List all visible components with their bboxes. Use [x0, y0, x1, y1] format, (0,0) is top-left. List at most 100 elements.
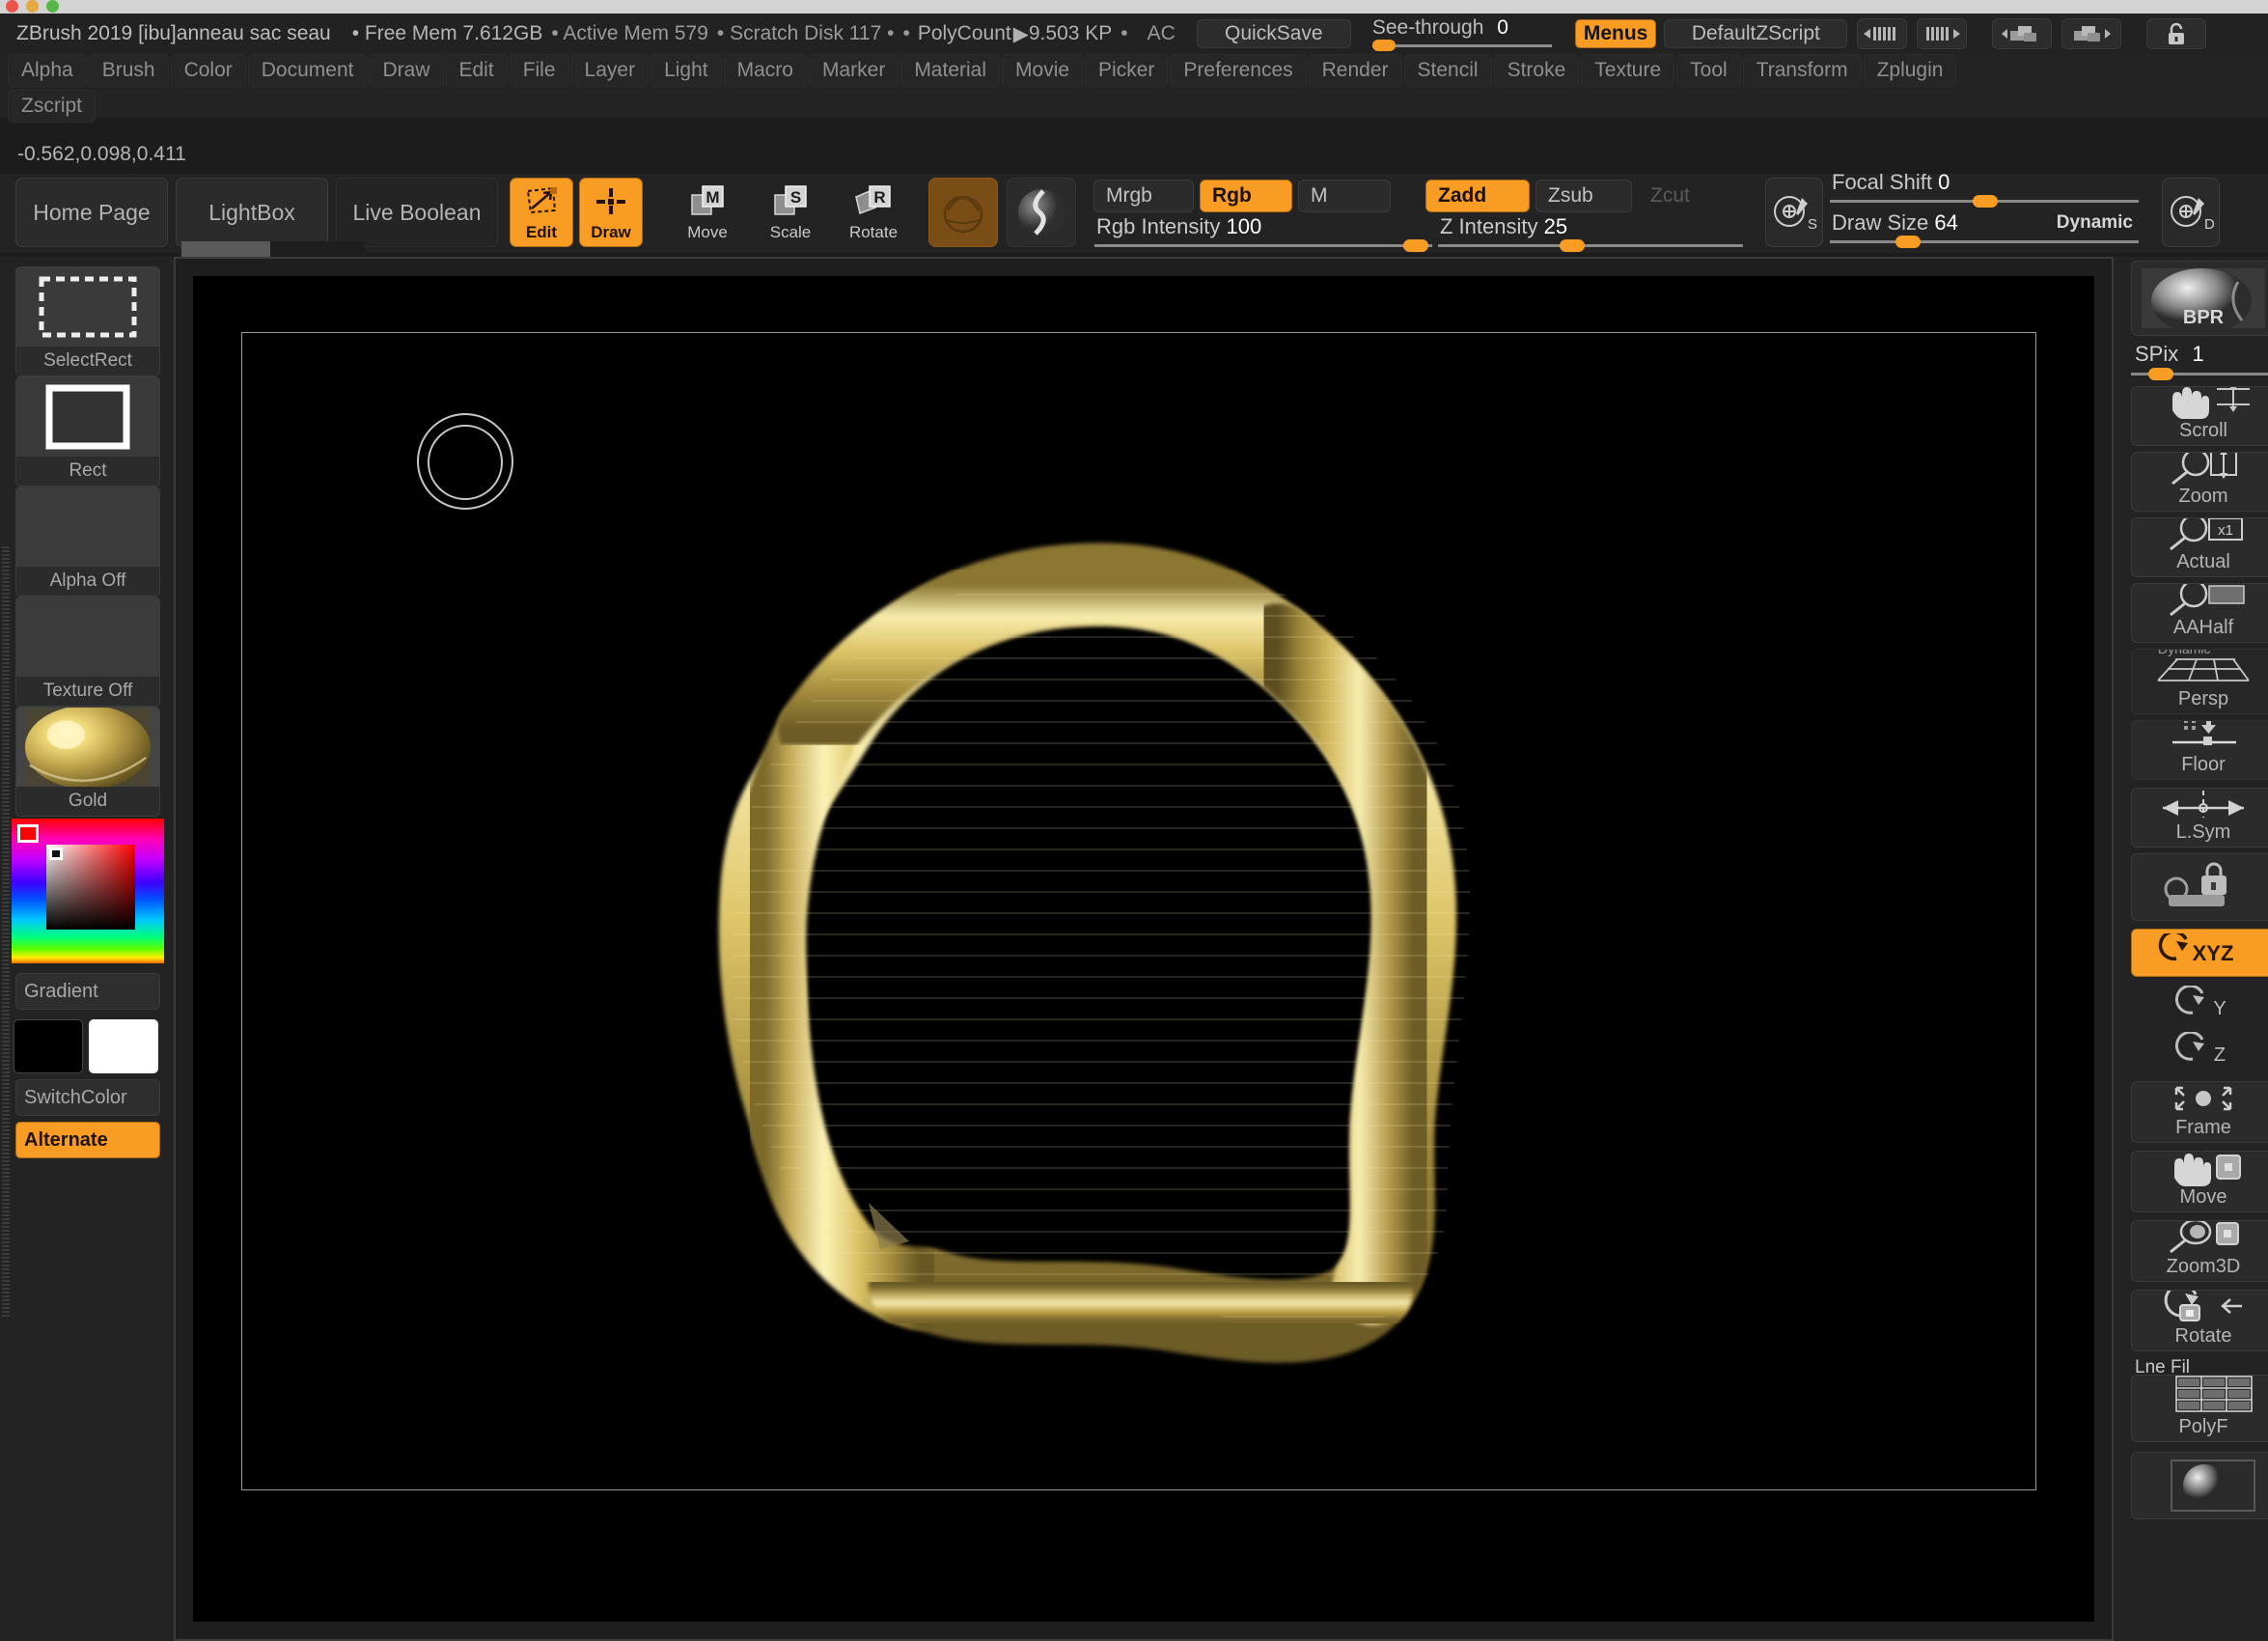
local-symmetry-button[interactable]: L.Sym: [2131, 788, 2268, 848]
focal-shift-slider[interactable]: Focal Shift 0: [1830, 170, 2139, 209]
sv-cursor-marker[interactable]: [49, 848, 63, 860]
rgb-button[interactable]: Rgb: [1200, 180, 1292, 212]
rgb-intensity-slider[interactable]: Rgb Intensity 100: [1094, 214, 1432, 253]
menu-item-preferences[interactable]: Preferences: [1170, 53, 1307, 87]
render-preview-button[interactable]: [2131, 1452, 2268, 1519]
menu-item-layer[interactable]: Layer: [570, 53, 650, 87]
gradient-button[interactable]: Gradient: [15, 973, 160, 1010]
draw-size-s-button[interactable]: S: [1765, 178, 1823, 247]
menu-item-material[interactable]: Material: [900, 53, 1001, 87]
alpha-shape-selector[interactable]: Rect: [15, 376, 160, 487]
see-through-slider[interactable]: See-through 0: [1371, 14, 1562, 53]
minimize-icon[interactable]: [26, 0, 39, 13]
zadd-button[interactable]: Zadd: [1425, 180, 1530, 212]
menu-item-stencil[interactable]: Stencil: [1403, 53, 1492, 87]
z-intensity-slider[interactable]: Z Intensity 25: [1438, 214, 1743, 253]
menu-item-texture[interactable]: Texture: [1581, 53, 1675, 87]
rotate-mode-button[interactable]: R Rotate: [842, 178, 905, 247]
menu-item-brush[interactable]: Brush: [88, 53, 169, 87]
scale-mode-button[interactable]: S Scale: [759, 178, 822, 247]
current-stroke-thumbnail[interactable]: [1007, 178, 1076, 247]
z-intensity-knob[interactable]: [1560, 239, 1585, 252]
rotate-xyz-button[interactable]: XYZ: [2131, 929, 2268, 977]
menu-item-stroke[interactable]: Stroke: [1493, 53, 1580, 87]
local-symmetry-icon: [2132, 789, 2268, 821]
menu-item-alpha[interactable]: Alpha: [8, 53, 87, 87]
m-button[interactable]: M: [1298, 180, 1391, 212]
menu-item-zscript[interactable]: Zscript: [8, 89, 96, 123]
draw-size-knob[interactable]: [1895, 236, 1921, 248]
menu-item-light[interactable]: Light: [650, 53, 722, 87]
rgb-intensity-knob[interactable]: [1403, 239, 1428, 252]
primary-color-marker[interactable]: [17, 824, 39, 843]
zoom-button[interactable]: Zoom: [2131, 452, 2268, 512]
menu-item-file[interactable]: File: [509, 53, 569, 87]
menu-item-color[interactable]: Color: [170, 53, 246, 87]
document-scroll-thumb[interactable]: [181, 241, 270, 257]
left-scrollbar[interactable]: [2, 546, 10, 1319]
rotate-view-button[interactable]: Rotate: [2131, 1290, 2268, 1351]
menu-item-marker[interactable]: Marker: [808, 53, 899, 87]
close-icon[interactable]: [6, 0, 18, 13]
rotate-z-button[interactable]: Z: [2131, 1029, 2268, 1073]
menu-item-render[interactable]: Render: [1308, 53, 1402, 87]
switch-color-button[interactable]: SwitchColor: [15, 1079, 160, 1116]
move-mode-button[interactable]: M Move: [676, 178, 739, 247]
menu-item-zplugin[interactable]: Zplugin: [1863, 53, 1957, 87]
menu-item-document[interactable]: Document: [247, 53, 368, 87]
focal-shift-knob[interactable]: [1973, 195, 1998, 208]
alpha-selector[interactable]: Alpha Off: [15, 487, 160, 597]
bpr-button[interactable]: BPR: [2131, 261, 2268, 336]
menus-toggle-button[interactable]: Menus: [1574, 19, 1657, 48]
prev-window-icon[interactable]: [1992, 18, 2053, 49]
persp-button[interactable]: Dynamic Persp: [2131, 649, 2268, 714]
material-selector[interactable]: Gold: [15, 707, 160, 817]
prev-items-icon[interactable]: [1857, 18, 1908, 49]
stroke-selector[interactable]: SelectRect: [15, 266, 160, 376]
draw-size-slider[interactable]: Draw Size 64 Dynamic: [1830, 210, 2139, 249]
frame-button[interactable]: Frame: [2131, 1081, 2268, 1143]
move-view-button[interactable]: Move: [2131, 1151, 2268, 1212]
rotate-y-button[interactable]: Y: [2131, 983, 2268, 1027]
zoom-icon[interactable]: [46, 0, 59, 13]
draw-mode-button[interactable]: Draw: [579, 178, 643, 247]
zsub-button[interactable]: Zsub: [1535, 180, 1632, 212]
zscript-title-button[interactable]: DefaultZScript: [1664, 19, 1848, 48]
spix-knob[interactable]: [2148, 368, 2173, 380]
scroll-button[interactable]: Scroll: [2131, 386, 2268, 446]
draw-size-d-button[interactable]: D: [2162, 178, 2220, 247]
zoom3d-button[interactable]: Zoom3D: [2131, 1220, 2268, 1282]
transparency-lock-button[interactable]: [2131, 853, 2268, 921]
alternate-button[interactable]: Alternate: [15, 1122, 160, 1158]
menu-item-edit[interactable]: Edit: [445, 53, 508, 87]
secondary-color-swatch[interactable]: [89, 1019, 158, 1073]
current-brush-thumbnail[interactable]: [928, 178, 998, 247]
aahalf-button[interactable]: AAHalf: [2131, 583, 2268, 643]
live-boolean-button[interactable]: Live Boolean: [336, 178, 498, 247]
lock-icon[interactable]: [2146, 18, 2207, 49]
see-through-knob[interactable]: [1371, 40, 1396, 51]
zcut-button[interactable]: Zcut: [1638, 180, 1730, 212]
lightbox-button[interactable]: LightBox: [176, 178, 328, 247]
primary-color-swatch[interactable]: [14, 1019, 83, 1073]
menu-item-picker[interactable]: Picker: [1085, 53, 1169, 87]
home-page-button[interactable]: Home Page: [15, 178, 168, 247]
actual-size-button[interactable]: x1 Actual: [2131, 517, 2268, 577]
next-items-icon[interactable]: [1917, 18, 1968, 49]
menu-item-tool[interactable]: Tool: [1676, 53, 1741, 87]
canvas-background[interactable]: [193, 276, 2094, 1622]
color-picker[interactable]: [12, 819, 164, 963]
menu-item-movie[interactable]: Movie: [1002, 53, 1084, 87]
floor-button[interactable]: Floor: [2131, 720, 2268, 780]
menu-item-macro[interactable]: Macro: [723, 53, 807, 87]
canvas-area[interactable]: [174, 257, 2114, 1641]
polyframe-button[interactable]: PolyF: [2131, 1375, 2268, 1442]
edit-mode-button[interactable]: Edit: [510, 178, 573, 247]
menu-item-draw[interactable]: Draw: [369, 53, 444, 87]
next-window-icon[interactable]: [2061, 18, 2122, 49]
mrgb-button[interactable]: Mrgb: [1093, 180, 1194, 212]
menu-item-transform[interactable]: Transform: [1742, 53, 1862, 87]
quicksave-button[interactable]: QuickSave: [1196, 19, 1351, 48]
texture-selector[interactable]: Texture Off: [15, 597, 160, 707]
document-scroll-strip[interactable]: [181, 241, 365, 257]
